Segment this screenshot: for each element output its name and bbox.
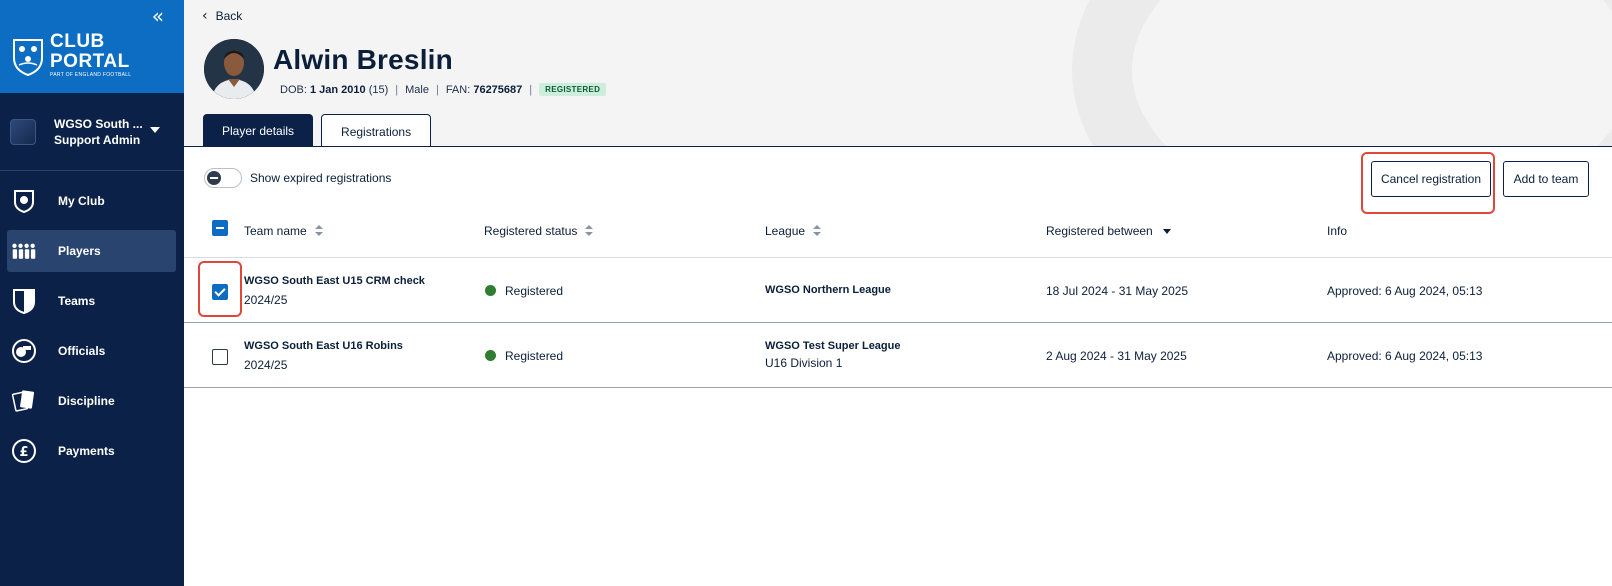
toggle-knob bbox=[207, 171, 221, 185]
sidebar-brand-area: « CLUB PORTAL PART OF ENGLAND FOOTBALL bbox=[0, 0, 184, 93]
team-cell: WGSO South East U16 Robins 2024/25 bbox=[244, 340, 403, 372]
logo-tagline: PART OF ENGLAND FOOTBALL bbox=[50, 72, 132, 78]
player-gender: Male bbox=[405, 83, 429, 96]
sidebar-item-label: Officials bbox=[58, 344, 106, 358]
player-header: ‹ Back Alwin Breslin DOB: 1 Jan 2010 (15… bbox=[184, 0, 1612, 147]
status-text: Registered bbox=[505, 284, 564, 298]
org-role: Support Admin bbox=[54, 132, 141, 147]
sort-icon bbox=[314, 225, 323, 237]
table-row[interactable]: WGSO South East U15 CRM check 2024/25 Re… bbox=[184, 259, 1612, 323]
team-name: WGSO South East U15 CRM check bbox=[244, 275, 425, 287]
back-link[interactable]: ‹ Back bbox=[202, 8, 242, 24]
sidebar: « CLUB PORTAL PART OF ENGLAND FOOTBALL W… bbox=[0, 0, 184, 586]
sidebar-item-label: Players bbox=[58, 244, 101, 258]
sidebar-item-my-club[interactable]: My Club bbox=[7, 180, 176, 222]
fan-label: FAN: bbox=[445, 83, 471, 96]
sidebar-item-label: Payments bbox=[58, 444, 115, 458]
back-label: Back bbox=[215, 9, 243, 23]
chevron-left-icon: ‹ bbox=[202, 8, 208, 24]
info-cell: Approved: 6 Aug 2024, 05:13 bbox=[1327, 284, 1483, 298]
player-tabs: Player details Registrations bbox=[203, 114, 439, 146]
info-cell: Approved: 6 Aug 2024, 05:13 bbox=[1327, 349, 1483, 363]
team-cell: WGSO South East U15 CRM check 2024/25 bbox=[244, 275, 425, 307]
sidebar-item-label: My Club bbox=[58, 194, 105, 208]
dob-value: 1 Jan 2010 bbox=[309, 83, 366, 96]
cancel-registration-button[interactable]: Cancel registration bbox=[1371, 161, 1491, 197]
cards-icon bbox=[11, 388, 37, 414]
status-dot-icon bbox=[485, 350, 496, 361]
whistle-icon bbox=[11, 338, 37, 364]
england-crest-icon bbox=[13, 39, 43, 76]
status-cell: Registered bbox=[485, 284, 563, 298]
player-name: Alwin Breslin bbox=[273, 44, 453, 75]
status-text: Registered bbox=[505, 349, 564, 363]
player-age: (15) bbox=[368, 83, 389, 96]
row-checkbox[interactable] bbox=[212, 284, 228, 300]
player-avatar bbox=[204, 39, 264, 99]
sort-icon bbox=[585, 225, 594, 237]
column-header-info: Info bbox=[1327, 224, 1348, 238]
status-badge: REGISTERED bbox=[539, 83, 607, 96]
column-header-registered-status[interactable]: Registered status bbox=[484, 224, 594, 238]
player-meta: DOB: 1 Jan 2010 (15) | Male | FAN: 76275… bbox=[280, 83, 607, 96]
league-cell: WGSO Northern League bbox=[765, 284, 891, 296]
select-all-checkbox[interactable] bbox=[212, 220, 228, 236]
club-crest-icon bbox=[11, 188, 37, 214]
registered-between-cell: 18 Jul 2024 - 31 May 2025 bbox=[1046, 284, 1189, 298]
sidebar-item-payments[interactable]: £ Payments bbox=[7, 430, 176, 472]
status-cell: Registered bbox=[485, 349, 563, 363]
sort-icon bbox=[813, 225, 822, 237]
logo-text-portal: PORTAL bbox=[50, 51, 130, 72]
sidebar-item-label: Teams bbox=[58, 294, 96, 308]
row-checkbox[interactable] bbox=[212, 349, 228, 365]
svg-text:£: £ bbox=[19, 445, 28, 460]
league-name: WGSO Northern League bbox=[765, 284, 891, 296]
expired-toggle-row: Show expired registrations bbox=[204, 168, 391, 188]
registered-between-cell: 2 Aug 2024 - 31 May 2025 bbox=[1046, 349, 1187, 363]
show-expired-toggle[interactable] bbox=[204, 168, 242, 188]
players-icon bbox=[11, 238, 37, 264]
table-row[interactable]: WGSO South East U16 Robins 2024/25 Regis… bbox=[184, 324, 1612, 388]
column-header-team-name[interactable]: Team name bbox=[244, 224, 323, 238]
pound-icon: £ bbox=[11, 438, 37, 464]
tab-registrations[interactable]: Registrations bbox=[321, 114, 432, 146]
league-division: U16 Division 1 bbox=[765, 356, 843, 370]
fan-value: 76275687 bbox=[473, 83, 523, 96]
shield-icon bbox=[11, 288, 37, 314]
add-to-team-button[interactable]: Add to team bbox=[1503, 161, 1589, 197]
tab-player-details[interactable]: Player details bbox=[203, 114, 314, 146]
sidebar-nav: My Club Players Teams Officials Discipli… bbox=[0, 180, 184, 480]
league-name: WGSO Test Super League bbox=[765, 340, 901, 352]
chevron-down-icon bbox=[150, 127, 160, 133]
team-season: 2024/25 bbox=[244, 293, 288, 307]
show-expired-label: Show expired registrations bbox=[250, 171, 392, 185]
sidebar-item-label: Discipline bbox=[58, 394, 115, 408]
org-avatar bbox=[10, 118, 36, 145]
main-content: ‹ Back Alwin Breslin DOB: 1 Jan 2010 (15… bbox=[184, 0, 1612, 586]
logo-text-club: CLUB bbox=[50, 31, 105, 52]
column-header-league[interactable]: League bbox=[765, 224, 822, 238]
team-season: 2024/25 bbox=[244, 358, 288, 372]
org-switcher[interactable]: WGSO South ... Support Admin bbox=[0, 93, 184, 171]
background-watermark bbox=[1072, 0, 1612, 146]
sidebar-item-teams[interactable]: Teams bbox=[7, 280, 176, 322]
collapse-sidebar-icon[interactable]: « bbox=[152, 4, 164, 28]
column-header-registered-between[interactable]: Registered between bbox=[1046, 224, 1171, 238]
org-name: WGSO South ... bbox=[54, 116, 143, 131]
sidebar-item-officials[interactable]: Officials bbox=[7, 330, 176, 372]
status-dot-icon bbox=[485, 285, 496, 296]
sidebar-item-discipline[interactable]: Discipline bbox=[7, 380, 176, 422]
team-name: WGSO South East U16 Robins bbox=[244, 340, 403, 352]
league-cell: WGSO Test Super League U16 Division 1 bbox=[765, 340, 901, 370]
dob-label: DOB: bbox=[280, 83, 307, 96]
club-portal-logo[interactable]: CLUB PORTAL PART OF ENGLAND FOOTBALL bbox=[10, 32, 131, 78]
table-header: Team name Registered status League Regis… bbox=[184, 208, 1612, 258]
sidebar-item-players[interactable]: Players bbox=[7, 230, 176, 272]
sort-desc-icon bbox=[1162, 228, 1171, 234]
